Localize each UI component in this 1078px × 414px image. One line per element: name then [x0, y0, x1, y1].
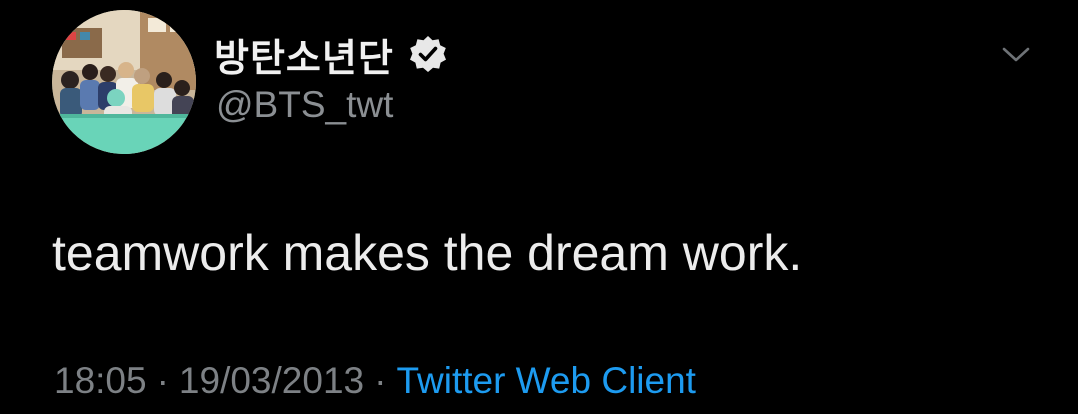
tweet-text: teamwork makes the dream work. [52, 225, 803, 281]
avatar[interactable] [52, 10, 196, 154]
tweet-metadata: 18:05 · 19/03/2013 · Twitter Web Client [54, 360, 696, 402]
author-name-row: 방탄소년단 [214, 26, 448, 82]
source-client-link[interactable]: Twitter Web Client [396, 360, 696, 402]
chevron-down-icon [1002, 47, 1030, 62]
tweet-menu-button[interactable] [996, 38, 1036, 72]
verified-badge-icon [408, 34, 448, 74]
meta-separator: · [156, 360, 169, 401]
user-handle[interactable]: @BTS_twt [216, 84, 393, 126]
avatar-image [52, 10, 196, 154]
tweet-date[interactable]: 19/03/2013 [179, 360, 364, 402]
tweet-time[interactable]: 18:05 [54, 360, 147, 402]
display-name[interactable]: 방탄소년단 [214, 27, 394, 82]
meta-separator: · [374, 360, 387, 401]
tweet-card: 방탄소년단 @BTS_twt teamwork makes the dream … [0, 0, 1078, 414]
